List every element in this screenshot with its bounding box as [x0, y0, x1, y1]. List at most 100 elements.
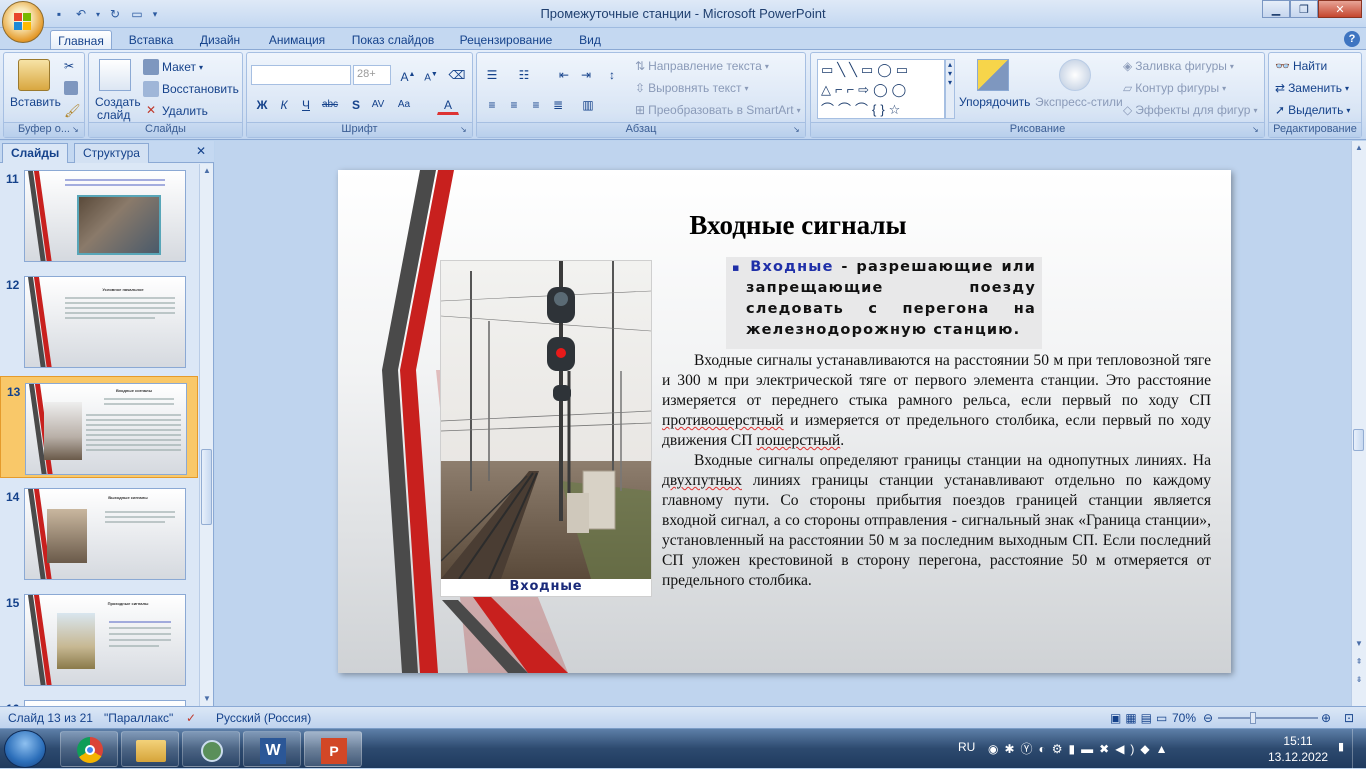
scroll-thumb[interactable] [1353, 429, 1364, 451]
clipboard-expand-icon[interactable]: ↘ [72, 125, 82, 135]
language-indicator[interactable]: Русский (Россия) [216, 711, 311, 725]
strikethrough-icon[interactable]: abc [319, 95, 341, 115]
tab-animation[interactable]: Анимация [262, 30, 332, 50]
slide-thumbnail[interactable]: 14 Выходные сигналы [0, 482, 198, 582]
show-desktop-button[interactable] [1352, 729, 1366, 769]
quick-styles-icon[interactable] [1059, 59, 1091, 91]
decrease-indent-icon[interactable]: ⇤ [553, 65, 575, 85]
font-size-combo[interactable]: 28+ [353, 65, 391, 85]
start-button[interactable] [4, 730, 46, 768]
office-button[interactable] [2, 1, 44, 43]
align-right-icon[interactable]: ≡ [525, 95, 547, 115]
italic-icon[interactable]: К [273, 95, 295, 115]
tab-review[interactable]: Рецензирование [454, 30, 558, 50]
smartart-button[interactable]: ⊞ Преобразовать в SmartArt ▾ [635, 103, 801, 117]
powerpoint-icon[interactable]: P [304, 731, 362, 767]
close-icon[interactable]: ✕ [1318, 0, 1362, 18]
paste-button[interactable]: Вставить [10, 95, 61, 109]
layout-button[interactable]: Макет ▾ [143, 59, 203, 75]
zoom-slider-thumb[interactable] [1250, 712, 1256, 724]
font-color-icon[interactable]: A [437, 95, 459, 115]
language-bar[interactable]: RU [958, 740, 975, 754]
scroll-down-icon[interactable]: ▼ [201, 693, 213, 705]
delete-slide-button[interactable]: ✕ Удалить [143, 103, 208, 119]
tab-home[interactable]: Главная [50, 30, 112, 50]
copy-icon[interactable] [64, 81, 78, 95]
underline-icon[interactable]: Ч [295, 95, 317, 115]
bullets-icon[interactable]: ☰ [481, 65, 503, 85]
slide-thumbnail[interactable]: 16 [0, 694, 198, 706]
network-app-icon[interactable] [182, 731, 240, 767]
zoom-level[interactable]: 70% [1172, 711, 1196, 725]
new-slide-icon[interactable] [99, 59, 131, 91]
find-button[interactable]: 👓 Найти [1275, 59, 1327, 73]
quick-styles-button[interactable]: Экспресс-стили [1035, 95, 1123, 109]
format-painter-icon[interactable]: 🖌 [64, 103, 81, 119]
justify-icon[interactable]: ≣ [547, 95, 569, 115]
zoom-in-icon[interactable]: ⊕ [1321, 711, 1331, 725]
slide-thumbnail[interactable]: 12 Условное начальное [0, 270, 198, 370]
zoom-slider[interactable] [1218, 717, 1318, 719]
new-slide-label[interactable]: Создать [95, 95, 141, 109]
paragraph-expand-icon[interactable]: ↘ [793, 125, 803, 135]
font-name-combo[interactable] [251, 65, 351, 85]
align-center-icon[interactable]: ≡ [503, 95, 525, 115]
char-spacing-icon[interactable]: AV [367, 95, 389, 115]
minimize-icon[interactable]: ▁ [1262, 0, 1290, 18]
slide-thumbnail[interactable]: 15 Проходные сигналы [0, 588, 198, 688]
slide-canvas[interactable]: Входные сигналы ▪ Входные - разрешающие и… [338, 170, 1231, 673]
editor-scrollbar[interactable]: ▲ ▼ ⇞ ⇟ [1351, 141, 1366, 706]
increase-indent-icon[interactable]: ⇥ [575, 65, 597, 85]
tab-slideshow[interactable]: Показ слайдов [348, 30, 438, 50]
slide-thumbnail[interactable]: 11 [0, 164, 198, 264]
chrome-icon[interactable] [60, 731, 118, 767]
thumbnail-scrollbar[interactable]: ▲ ▼ [199, 164, 213, 706]
drawing-expand-icon[interactable]: ↘ [1252, 125, 1262, 135]
shrink-font-icon[interactable]: A▼ [420, 65, 442, 85]
paste-icon[interactable] [18, 59, 50, 91]
shapes-gallery-scroll[interactable]: ▴ ▾ ▾ [945, 59, 955, 119]
text-direction-button[interactable]: ⇅ Направление текста ▾ [635, 59, 769, 73]
view-buttons[interactable]: ▣▦▤▭ [1110, 711, 1171, 725]
file-explorer-icon[interactable] [121, 731, 179, 767]
slide-thumbnail-selected[interactable]: 13 Входные сигналы [0, 376, 198, 478]
change-case-icon[interactable]: Aa [393, 95, 415, 115]
reset-button[interactable]: Восстановить [143, 81, 239, 97]
spellcheck-icon[interactable]: ✓ [186, 711, 196, 725]
align-left-icon[interactable]: ≡ [481, 95, 503, 115]
zoom-out-icon[interactable]: ⊖ [1203, 711, 1213, 725]
tab-insert[interactable]: Вставка [122, 30, 180, 50]
grow-font-icon[interactable]: A▲ [397, 65, 419, 85]
system-tray-icons[interactable]: ◉✱Ⓨ◐⚙▮▬✖◀)◆▲ [988, 740, 1174, 757]
new-slide-label-2[interactable]: слайд [97, 108, 130, 122]
scroll-up-icon[interactable]: ▲ [201, 165, 213, 177]
arrange-button[interactable]: Упорядочить [959, 95, 1030, 109]
scroll-down-icon[interactable]: ▼ [1353, 638, 1365, 650]
line-spacing-icon[interactable]: ↕ [601, 65, 623, 85]
shadow-icon[interactable]: S [345, 95, 367, 115]
definition-box[interactable]: ▪ Входные - разрешающие или запрещающие п… [726, 257, 1042, 349]
help-icon[interactable]: ? [1344, 31, 1360, 47]
cut-icon[interactable]: ✂ [64, 59, 74, 73]
shapes-gallery[interactable]: ▭╲╲▭◯▭ △⌐⌐⇨◯◯ ⌒⌒⌒{}☆ [817, 59, 945, 119]
shape-fill-button[interactable]: ◈ Заливка фигуры ▾ [1123, 59, 1234, 73]
bold-icon[interactable]: Ж [251, 95, 273, 115]
select-button[interactable]: ➚ Выделить ▾ [1275, 103, 1350, 117]
notification-icon[interactable]: ▮ [1338, 740, 1344, 753]
body-text[interactable]: Входные сигналы устанавливаются на расст… [662, 351, 1211, 591]
previous-slide-icon[interactable]: ⇞ [1353, 656, 1365, 668]
numbering-icon[interactable]: ☷ [513, 65, 535, 85]
font-expand-icon[interactable]: ↘ [460, 125, 470, 135]
tab-outline[interactable]: Структура [74, 143, 149, 163]
columns-icon[interactable]: ▥ [577, 95, 599, 115]
shape-outline-button[interactable]: ▱ Контур фигуры ▾ [1123, 81, 1226, 95]
restore-icon[interactable]: ❐ [1290, 0, 1318, 18]
tab-view[interactable]: Вид [574, 30, 606, 50]
tab-slides[interactable]: Слайды [2, 143, 69, 163]
signal-photo[interactable]: Входные [440, 260, 652, 597]
slide-title[interactable]: Входные сигналы [668, 210, 928, 241]
clock[interactable]: 15:11 13.12.2022 [1268, 733, 1328, 765]
theme-name[interactable]: "Параллакс" [104, 711, 173, 725]
clear-format-icon[interactable]: ⌫ [446, 65, 468, 85]
fit-to-window-icon[interactable]: ⊡ [1344, 711, 1354, 725]
